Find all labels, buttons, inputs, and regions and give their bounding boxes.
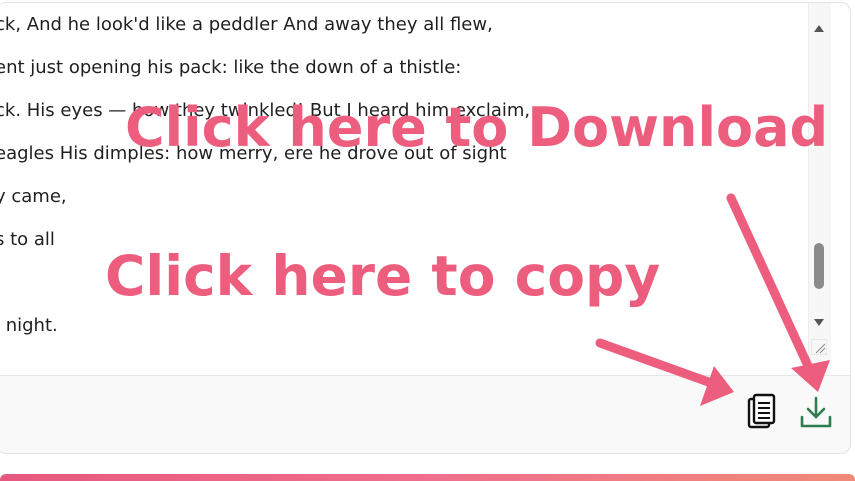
output-panel: ck, And he look'd like a peddler And awa… bbox=[0, 2, 851, 454]
poem-line: ck, And he look'd like a peddler And awa… bbox=[0, 14, 493, 35]
poem-line: l night. bbox=[0, 315, 58, 336]
download-annotation: Click here to Download bbox=[125, 96, 829, 159]
scroll-up-arrow-icon[interactable] bbox=[814, 25, 824, 32]
vertical-scrollbar[interactable] bbox=[808, 3, 831, 375]
scrollbar-thumb[interactable] bbox=[814, 243, 824, 289]
download-button[interactable] bbox=[798, 392, 834, 432]
scroll-down-arrow-icon[interactable] bbox=[814, 319, 824, 326]
copy-button[interactable] bbox=[744, 392, 780, 432]
copy-document-icon bbox=[747, 393, 776, 429]
poem-line: y came, bbox=[0, 186, 67, 207]
poem-line: s to all bbox=[0, 229, 55, 250]
download-icon bbox=[800, 396, 832, 428]
resize-handle-icon[interactable] bbox=[811, 339, 827, 355]
poem-line: ent just opening his pack: like the down… bbox=[0, 57, 462, 78]
accent-bar bbox=[0, 474, 855, 481]
output-text-area[interactable]: ck, And he look'd like a peddler And awa… bbox=[0, 3, 808, 373]
copy-annotation: Click here to copy bbox=[105, 244, 661, 308]
action-footer bbox=[0, 375, 850, 453]
